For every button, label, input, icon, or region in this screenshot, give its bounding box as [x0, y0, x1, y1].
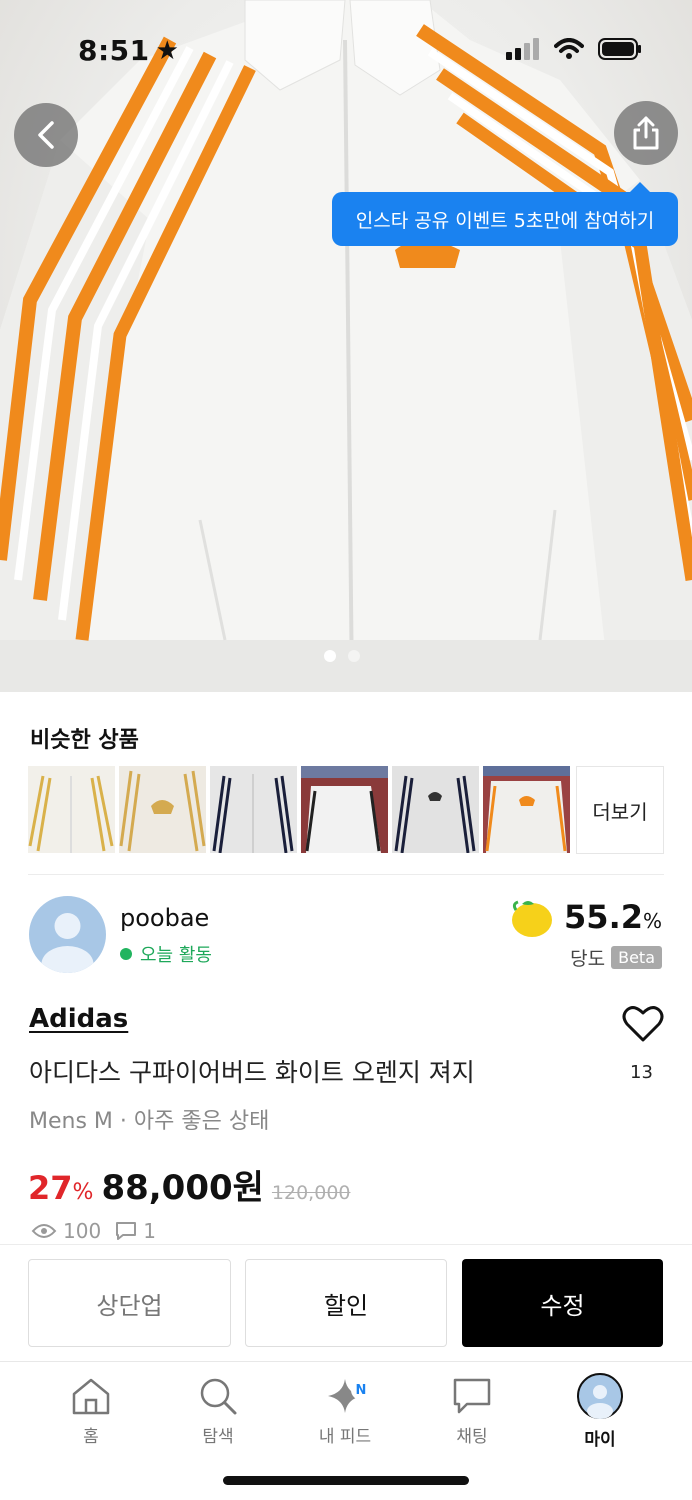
apple-icon [512, 900, 553, 937]
chat-count: 1 [143, 1219, 156, 1243]
similar-thumb[interactable] [301, 766, 388, 853]
tab-my[interactable]: 마이 [550, 1373, 650, 1450]
product-condition: Mens M · 아주 좋은 상태 [29, 1109, 270, 1134]
profile-placeholder-icon [41, 913, 94, 973]
tab-label: 내 피드 [318, 1427, 372, 1447]
carousel-dot-active [324, 650, 336, 662]
share-event-tooltip[interactable]: 인스타 공유 이벤트 5초만에 참여하기 [332, 182, 678, 246]
original-price: 120,000 [271, 1182, 351, 1204]
seller-avatar[interactable] [29, 896, 106, 973]
tab-label: 탐색 [202, 1427, 234, 1447]
star-icon: ★ [155, 35, 180, 66]
brand-link[interactable]: Adidas [29, 1004, 128, 1034]
status-time: 8:51 ★ [78, 34, 179, 67]
jacket-illustration [0, 0, 692, 692]
similar-products-row: 더보기 [28, 766, 664, 854]
eye-icon [31, 1224, 57, 1238]
similar-title: 비슷한 상품 [30, 728, 139, 753]
heart-icon [622, 1006, 664, 1042]
time-text: 8:51 [78, 34, 150, 67]
divider [28, 874, 664, 875]
product-photo[interactable] [0, 0, 692, 692]
tab-explore[interactable]: 탐색 [168, 1376, 268, 1447]
product-title: 아디다스 구파이어버드 화이트 오렌지 져지 [29, 1058, 475, 1087]
similar-thumb[interactable] [119, 766, 206, 853]
status-icons [506, 38, 642, 60]
signal-icon [506, 38, 539, 60]
back-button[interactable] [14, 103, 78, 167]
similar-thumb[interactable] [28, 766, 115, 853]
tab-label: 마이 [584, 1430, 616, 1450]
product-stats: 100 1 [31, 1219, 156, 1243]
tab-my-feed[interactable]: N 내 피드 [295, 1376, 395, 1447]
share-button[interactable] [614, 101, 678, 165]
home-indicator [223, 1476, 469, 1485]
sugar-label-row: 당도 Beta [570, 944, 662, 971]
beta-badge: Beta [611, 946, 662, 969]
like-count: 13 [630, 1062, 653, 1083]
sugar-value: 55.2% [564, 898, 662, 936]
new-badge: N [351, 1380, 371, 1400]
discount-button[interactable]: 할인 [245, 1259, 447, 1347]
price: 88,000원 [101, 1168, 264, 1208]
carousel-dot [348, 650, 360, 662]
seller-name[interactable]: poobae [120, 904, 209, 932]
online-dot-icon [120, 948, 132, 960]
home-icon [72, 1378, 110, 1415]
bump-button[interactable]: 상단업 [28, 1259, 231, 1347]
battery-icon [598, 38, 641, 60]
comment-icon [116, 1222, 137, 1240]
search-icon [200, 1378, 237, 1415]
chevron-left-icon [38, 121, 54, 149]
chat-icon [453, 1378, 491, 1414]
like-button[interactable] [622, 1004, 664, 1048]
seller-activity: 오늘 활동 [120, 941, 212, 967]
sugar-label: 당도 [570, 948, 606, 970]
tab-home[interactable]: 홈 [41, 1376, 141, 1447]
price-row: 27% 88,000원 120,000 [28, 1160, 351, 1209]
activity-text: 오늘 활동 [140, 945, 212, 966]
profile-icon [577, 1373, 623, 1419]
similar-thumb[interactable] [210, 766, 297, 853]
more-similar-button[interactable]: 더보기 [576, 766, 664, 854]
tooltip-text: 인스타 공유 이벤트 5초만에 참여하기 [355, 209, 655, 232]
view-count: 100 [63, 1219, 102, 1243]
similar-thumb[interactable] [483, 766, 570, 853]
tab-chat[interactable]: 채팅 [422, 1376, 522, 1447]
similar-thumb[interactable] [392, 766, 479, 853]
wifi-icon [554, 38, 584, 59]
sugar-score[interactable]: 55.2% [508, 896, 662, 938]
divider [0, 1244, 692, 1245]
tab-label: 홈 [83, 1427, 99, 1447]
tab-label: 채팅 [456, 1427, 488, 1447]
share-icon [633, 116, 659, 150]
edit-button[interactable]: 수정 [462, 1259, 663, 1347]
more-label: 더보기 [592, 799, 648, 824]
carousel-dots [324, 650, 360, 662]
discount-rate: 27% [28, 1169, 94, 1207]
